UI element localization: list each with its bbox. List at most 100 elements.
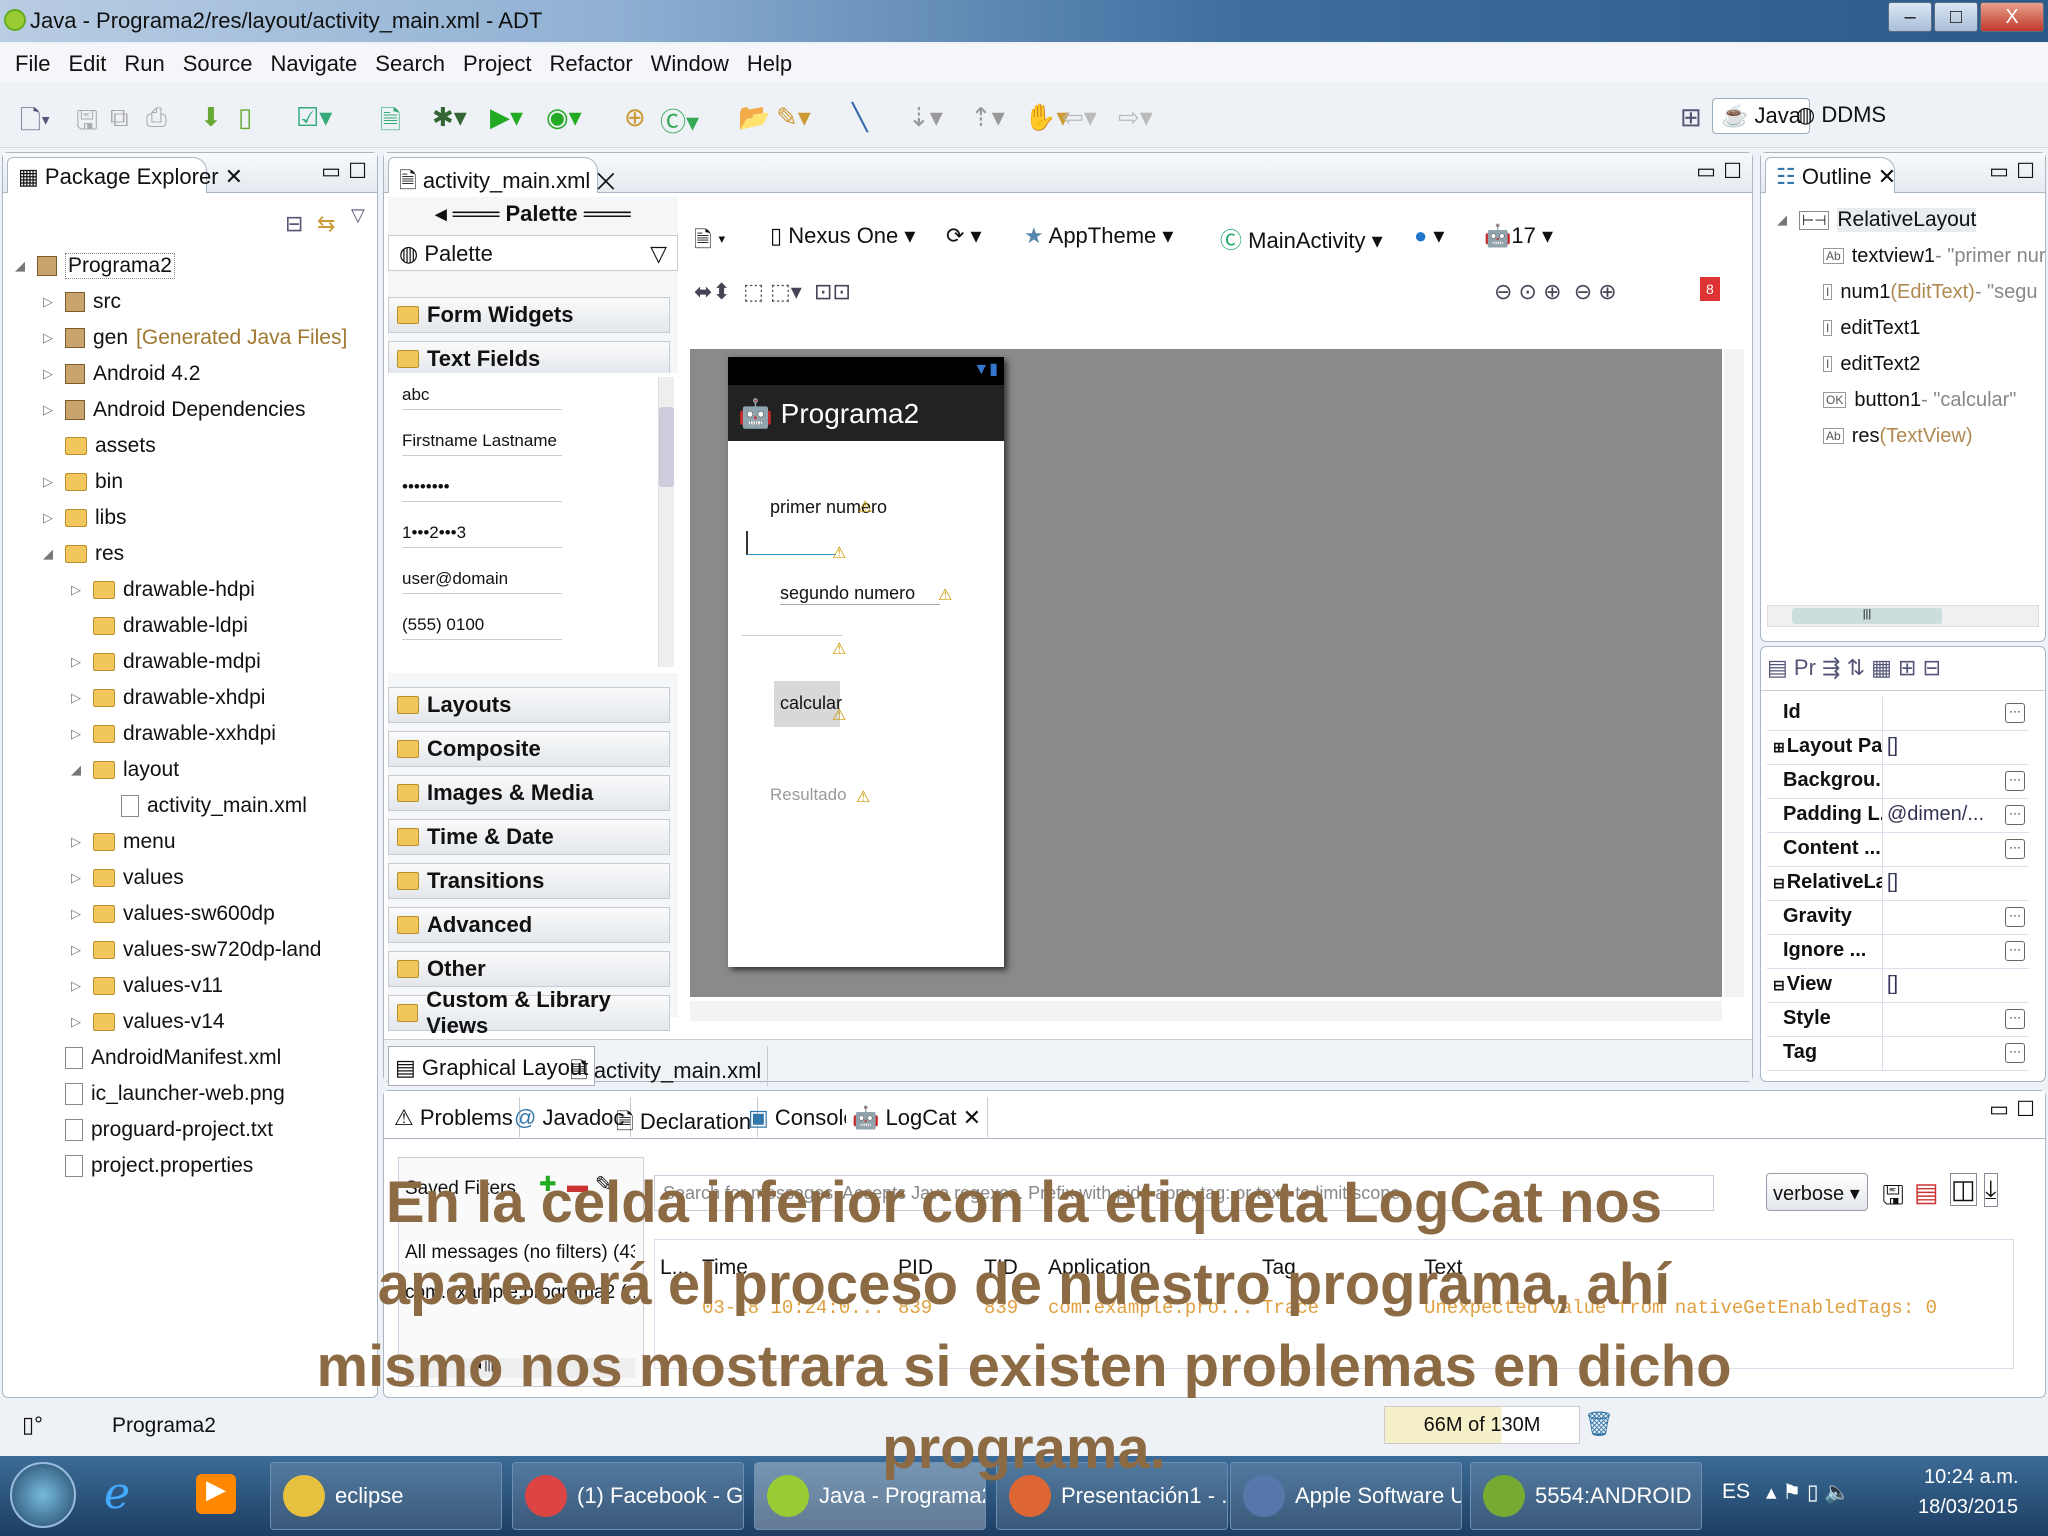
tab-activity-main[interactable]: 🗎 activity_main.xml ✕ <box>388 157 615 193</box>
tree-item[interactable]: drawable-ldpi <box>71 609 248 643</box>
ie-icon[interactable]: ℯ <box>104 1468 130 1519</box>
tab-declaration[interactable]: 🗎 Declaration <box>610 1097 759 1137</box>
perspective-ddms[interactable]: ◍ DDMS <box>1796 102 1886 128</box>
add-filter-icon[interactable]: ✚ <box>539 1172 557 1197</box>
avd-manager-icon[interactable]: ▯ <box>238 102 252 133</box>
expand-arrow-icon[interactable]: ▷ <box>71 582 85 598</box>
open-perspective-icon[interactable]: ⊞ <box>1680 102 1702 133</box>
tab-xml-source[interactable]: 🗎 activity_main.xml <box>564 1046 769 1086</box>
logcat-column-header[interactable]: TID <box>984 1256 1018 1280</box>
expand-arrow-icon[interactable]: ▷ <box>71 726 85 742</box>
tree-item[interactable]: project.properties <box>43 1149 253 1183</box>
expand-arrow-icon[interactable]: ◢ <box>15 258 29 274</box>
logcat-column-header[interactable]: L... <box>660 1256 689 1280</box>
palette-scrollbar[interactable] <box>658 377 674 667</box>
taskbar-item[interactable]: Java - Programa2... <box>754 1462 986 1530</box>
calcular-button[interactable]: calcular <box>774 681 842 727</box>
palette-category[interactable]: Layouts <box>388 687 670 723</box>
expand-arrow-icon[interactable]: ▷ <box>43 510 57 526</box>
properties-toolbar-icons[interactable]: ⇶ ⇅ ▦ ⊞ ⊟ <box>1822 655 1941 680</box>
taskbar-item[interactable]: (1) Facebook - G... <box>512 1462 744 1530</box>
tree-item[interactable]: ▷ menu <box>71 825 176 859</box>
logcat-cell[interactable]: Unexpected value from nativeGetEnabledTa… <box>1424 1297 1937 1319</box>
lint-icon[interactable]: ☑▾ <box>296 102 332 133</box>
mark-occurrences-icon[interactable]: ╲ <box>852 102 868 133</box>
canvas-scrollbar-h[interactable] <box>690 1001 1722 1021</box>
tab-console[interactable]: ▣ Console <box>742 1097 863 1137</box>
ellipsis-button[interactable]: ··· <box>2005 703 2025 723</box>
expand-arrow-icon[interactable]: ▷ <box>43 474 57 490</box>
palette-category[interactable]: Other <box>388 951 670 987</box>
expand-arrow-icon[interactable]: ▷ <box>71 690 85 706</box>
zoom-icons[interactable]: ⊖ ⊙ ⊕ ⊖ ⊕ <box>1494 279 1617 305</box>
textview-segundo-numero[interactable]: segundo numero <box>780 583 940 605</box>
palette-category[interactable]: Custom & Library Views <box>388 987 670 1038</box>
palette-text-field[interactable]: (555) 0100 <box>402 615 562 640</box>
menu-source[interactable]: Source <box>174 44 262 82</box>
palette-category[interactable]: Time & Date <box>388 819 670 855</box>
property-value[interactable]: [] <box>1883 969 2029 1002</box>
edit-filter-icon[interactable]: ✎ <box>595 1172 613 1197</box>
expand-arrow-icon[interactable]: ▷ <box>43 402 57 418</box>
menu-navigate[interactable]: Navigate <box>261 44 366 82</box>
expand-arrow-icon[interactable]: ▷ <box>71 870 85 886</box>
taskbar-item[interactable]: Presentación1 - ... <box>996 1462 1228 1530</box>
close-button[interactable]: X <box>1980 2 2044 32</box>
maximize-view-icon[interactable]: ☐ <box>2016 159 2035 184</box>
property-row[interactable]: Content ... ··· <box>1767 833 2029 867</box>
tree-item[interactable]: ▷ values-sw720dp-land <box>71 933 321 967</box>
taskbar-item[interactable]: eclipse <box>270 1462 502 1530</box>
menu-file[interactable]: File <box>6 44 59 82</box>
activity-dropdown[interactable]: Ⓒ MainActivity ▾ <box>1220 223 1383 255</box>
logcat-cell[interactable]: 839 <box>898 1297 932 1319</box>
expand-arrow-icon[interactable]: ▷ <box>71 654 85 670</box>
ellipsis-button[interactable]: ··· <box>2005 771 2025 791</box>
outline-item[interactable]: Ab textview1 - "primer nur <box>1823 239 2046 273</box>
tree-item[interactable]: ▷ Android Dependencies <box>43 393 305 427</box>
outline-root[interactable]: ◢ ⊢⊣ RelativeLayout <box>1777 203 1977 237</box>
property-row[interactable]: ⊟ View[] <box>1767 969 2029 1003</box>
palette-text-field[interactable]: •••••••• <box>402 477 562 502</box>
tree-item[interactable]: AndroidManifest.xml <box>43 1041 281 1075</box>
outline-item[interactable]: Ab res (TextView) <box>1823 419 1972 453</box>
tab-outline[interactable]: ☷ Outline ✕ <box>1765 157 1896 193</box>
toggle-column-icon[interactable]: ◫ <box>1950 1173 1977 1206</box>
tab-logcat[interactable]: 🤖 LogCat ✕ <box>846 1097 989 1137</box>
log-level-select[interactable]: verbose ▾ <box>1766 1173 1868 1211</box>
property-row[interactable]: ⊟RelativeLa...[] <box>1767 867 2029 901</box>
save-icon[interactable]: 🖫 <box>76 102 98 146</box>
expand-arrow-icon[interactable]: ▷ <box>71 834 85 850</box>
ellipsis-button[interactable]: ··· <box>2005 839 2025 859</box>
property-value[interactable]: [] <box>1883 731 2029 764</box>
property-value[interactable]: [] <box>1883 867 2029 900</box>
palette-text-field[interactable]: Firstname Lastname <box>402 431 562 456</box>
menu-refactor[interactable]: Refactor <box>541 44 642 82</box>
filter-all-messages[interactable]: All messages (no filters) (43 <box>405 1242 635 1264</box>
error-badge[interactable]: 8 <box>1700 277 1720 301</box>
expand-arrow-icon[interactable]: ▷ <box>71 1014 85 1030</box>
tab-package-explorer[interactable]: ▦ Package Explorer ✕ <box>7 157 243 193</box>
maximize-view-icon[interactable]: ☐ <box>348 159 367 184</box>
property-row[interactable]: Style ··· <box>1767 1003 2029 1037</box>
logcat-cell[interactable]: Trace <box>1262 1297 1319 1319</box>
expand-arrow-icon[interactable]: ▷ <box>71 942 85 958</box>
palette-text-field[interactable]: abc <box>402 385 562 410</box>
fast-view-icon[interactable]: ▯° <box>22 1412 43 1438</box>
property-row[interactable]: Backgrou... ··· <box>1767 765 2029 799</box>
minimize-view-icon[interactable]: ▭ <box>1989 1097 2009 1122</box>
orientation-dropdown[interactable]: ⟳ ▾ <box>946 223 982 249</box>
tree-item[interactable]: ▷ drawable-mdpi <box>71 645 261 679</box>
external-tools-icon[interactable]: ◉▾ <box>546 102 582 133</box>
property-row[interactable]: ⊞Layout Pa...[] <box>1767 731 2029 765</box>
expand-arrow-icon[interactable]: ▷ <box>43 366 57 382</box>
scroll-lock-icon[interactable]: ⤓ <box>1984 1173 1998 1207</box>
logcat-cell[interactable]: 03-18 10:24:0... <box>702 1297 884 1319</box>
new-android-xml-icon[interactable]: 🗎 <box>380 102 401 146</box>
ellipsis-button[interactable]: ··· <box>2005 941 2025 961</box>
clock-date[interactable]: 18/03/2015 <box>1918 1496 2018 1519</box>
minimize-view-icon[interactable]: ▭ <box>1989 159 2009 184</box>
logcat-column-header[interactable]: PID <box>898 1256 933 1280</box>
menu-project[interactable]: Project <box>454 44 540 82</box>
new-package-icon[interactable]: ⊕ <box>624 102 646 133</box>
filters-scrollbar[interactable]: ◂ ||| <box>405 1358 635 1378</box>
